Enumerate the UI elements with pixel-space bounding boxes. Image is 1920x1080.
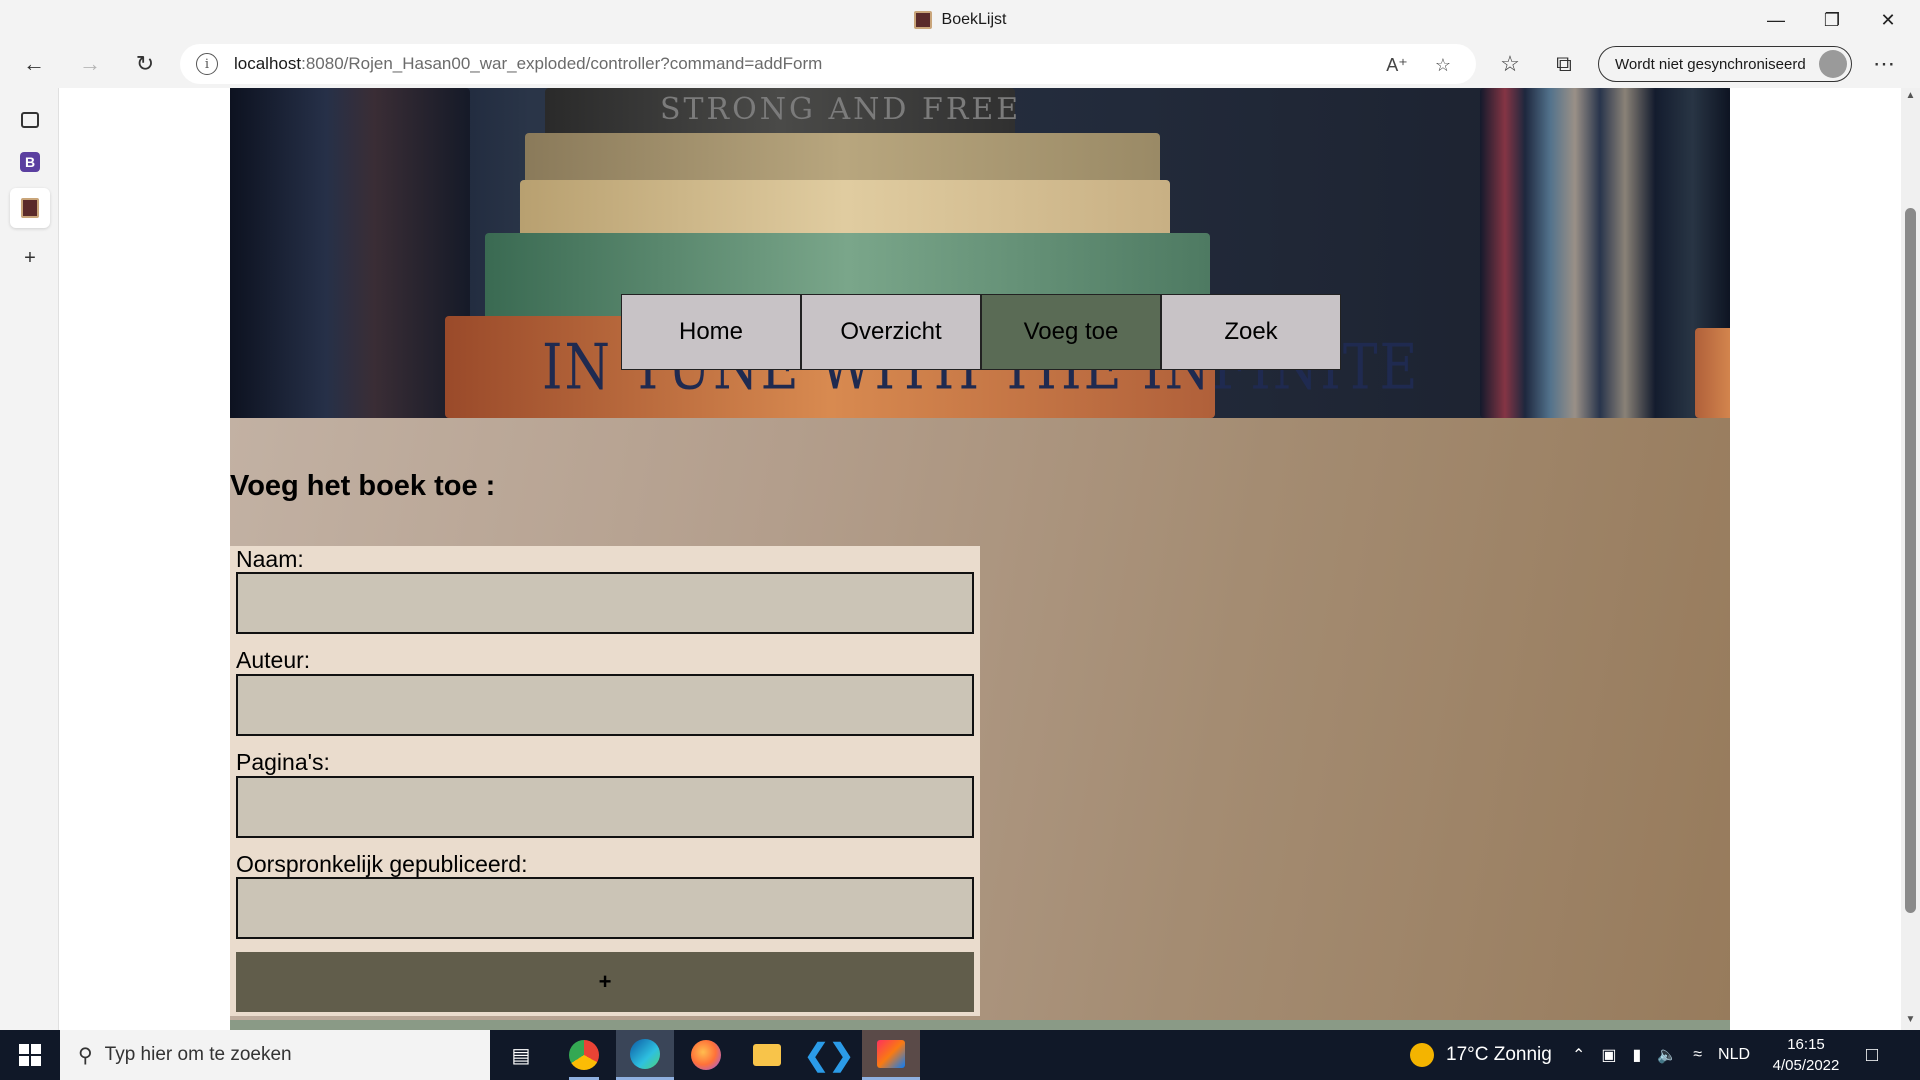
nav-zoek[interactable]: Zoek	[1161, 294, 1341, 370]
firefox-icon[interactable]	[677, 1030, 735, 1080]
task-view-icon[interactable]: ▤	[492, 1030, 550, 1080]
wifi-icon[interactable]: ≈	[1693, 1046, 1702, 1064]
favorites-icon[interactable]: ☆	[1492, 46, 1528, 82]
book-favicon-icon	[913, 11, 932, 29]
profile-button[interactable]: Wordt niet gesynchroniseerd	[1598, 46, 1852, 82]
footer-strip	[230, 1020, 1730, 1030]
auteur-input[interactable]	[236, 674, 974, 736]
volume-icon[interactable]: 🔈	[1657, 1045, 1677, 1065]
add-book-form: Naam: Auteur: Pagina's: Oorspronkelijk g…	[230, 546, 980, 1016]
language-indicator[interactable]: NLD	[1718, 1046, 1750, 1064]
file-explorer-icon[interactable]	[738, 1030, 796, 1080]
windows-taskbar: ⚲ Typ hier om te zoeken ▤ ❮❯ 17°C Zonnig…	[0, 1030, 1920, 1080]
close-icon[interactable]: ✕	[1860, 0, 1916, 40]
new-tab-plus-icon[interactable]: +	[10, 238, 50, 278]
main-content: Voeg het boek toe : Naam: Auteur: Pagina…	[230, 418, 1730, 1030]
scroll-up-arrow-icon[interactable]: ▲	[1901, 90, 1920, 104]
scrollbar-thumb[interactable]	[1905, 208, 1916, 913]
add-book-submit-button[interactable]: +	[236, 952, 974, 1012]
weather-widget[interactable]: 17°C Zonnig	[1410, 1030, 1552, 1080]
window-title-text: BoekLijst	[941, 11, 1007, 28]
minimize-icon[interactable]: —	[1748, 0, 1804, 40]
main-nav: Home Overzicht Voeg toe Zoek	[621, 294, 1341, 370]
edge-icon[interactable]	[616, 1030, 674, 1080]
restore-icon[interactable]: ❐	[1804, 0, 1860, 40]
tab-b-site-icon[interactable]: B	[10, 142, 50, 182]
url-path: :8080/Rojen_Hasan00_war_exploded/control…	[301, 54, 823, 73]
page-viewport: STRONG AND FREE IN TUNE WITH THE INFINIT…	[59, 88, 1901, 1030]
back-arrow-icon[interactable]: ←	[16, 46, 52, 82]
page-heading: Voeg het boek toe :	[230, 470, 496, 502]
gepubliceerd-label: Oorspronkelijk gepubliceerd:	[236, 851, 528, 877]
chevron-up-icon[interactable]: ⌃	[1572, 1045, 1585, 1065]
avatar-icon	[1819, 50, 1847, 78]
battery-icon[interactable]: ▮	[1633, 1045, 1642, 1065]
vscode-icon[interactable]: ❮❯	[800, 1030, 858, 1080]
clock-date: 4/05/2022	[1772, 1057, 1840, 1074]
add-favorite-icon[interactable]: ☆	[1428, 50, 1458, 80]
clock-time: 16:15	[1787, 1036, 1825, 1053]
meet-now-icon[interactable]: ▣	[1601, 1045, 1616, 1065]
taskbar-clock[interactable]: 16:15 4/05/2022	[1756, 1034, 1856, 1076]
collections-icon[interactable]: ⧉	[1546, 46, 1582, 82]
refresh-icon[interactable]: ↻	[127, 46, 163, 82]
browser-toolbar: ← → ↻ i localhost:8080/Rojen_Hasan00_war…	[0, 40, 1920, 88]
url-host: localhost	[234, 54, 302, 73]
taskbar-search-placeholder: Typ hier om te zoeken	[104, 1044, 292, 1065]
gepubliceerd-input[interactable]	[236, 877, 974, 939]
hero-books-image: STRONG AND FREE IN TUNE WITH THE INFINIT…	[230, 88, 1730, 418]
page-scrollbar[interactable]: ▲ ▼	[1901, 88, 1920, 1030]
nav-voeg-toe[interactable]: Voeg toe	[981, 294, 1161, 370]
profile-label: Wordt niet gesynchroniseerd	[1615, 55, 1806, 73]
more-options-icon[interactable]: ⋯	[1866, 46, 1902, 82]
forward-arrow-icon[interactable]: →	[72, 46, 108, 82]
search-icon: ⚲	[78, 1044, 93, 1067]
site-info-icon[interactable]: i	[196, 53, 218, 75]
nav-overzicht[interactable]: Overzicht	[801, 294, 981, 370]
intellij-icon[interactable]	[862, 1030, 920, 1080]
vertical-tab-strip: B +	[0, 88, 59, 1030]
sun-icon	[1410, 1043, 1434, 1067]
auteur-label: Auteur:	[236, 647, 311, 673]
scroll-down-arrow-icon[interactable]: ▼	[1901, 1014, 1920, 1028]
site-container: STRONG AND FREE IN TUNE WITH THE INFINIT…	[230, 88, 1730, 1030]
taskbar-search[interactable]: ⚲ Typ hier om te zoeken	[60, 1030, 490, 1080]
weather-text: 17°C Zonnig	[1446, 1044, 1552, 1065]
nav-home[interactable]: Home	[621, 294, 801, 370]
tab-boeklijst-icon[interactable]	[10, 188, 50, 228]
start-button[interactable]	[0, 1030, 60, 1080]
chrome-icon[interactable]	[555, 1030, 613, 1080]
window-title: BoekLijst	[0, 0, 1920, 40]
paginas-input[interactable]	[236, 776, 974, 838]
paginas-label: Pagina's:	[236, 749, 330, 775]
naam-label: Naam:	[236, 546, 304, 572]
read-aloud-icon[interactable]: A⁺	[1382, 50, 1412, 80]
system-tray: ⌃ ▣ ▮ 🔈 ≈ NLD	[1572, 1030, 1750, 1080]
window-titlebar: BoekLijst — ❐ ✕	[0, 0, 1920, 40]
tab-actions-icon[interactable]	[10, 100, 50, 140]
windows-logo-icon	[19, 1044, 41, 1066]
address-bar[interactable]: i localhost:8080/Rojen_Hasan00_war_explo…	[180, 44, 1476, 84]
hero-top-book-text: STRONG AND FREE	[660, 92, 1022, 127]
naam-input[interactable]	[236, 572, 974, 634]
notifications-icon[interactable]: □	[1866, 1030, 1878, 1080]
